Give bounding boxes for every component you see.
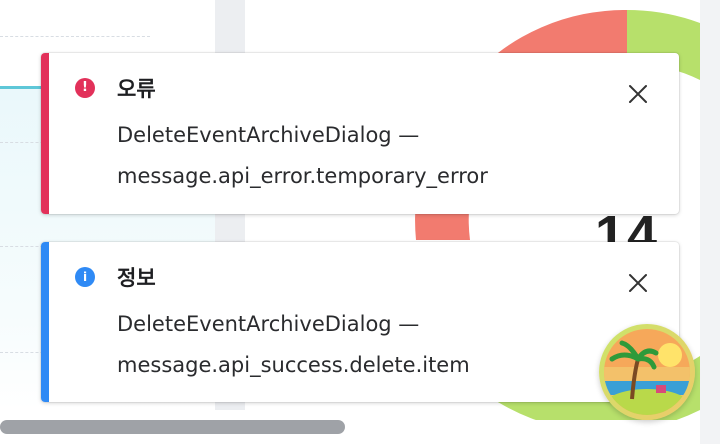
beach-avatar-icon[interactable]: [599, 324, 695, 420]
info-toast: i 정보 DeleteEventArchiveDialog — message.a…: [41, 242, 679, 402]
error-toast: ! 오류 DeleteEventArchiveDialog — message.a…: [41, 53, 679, 214]
toast-accent-stripe: [41, 242, 49, 402]
toast-message-line: message.api_error.temporary_error: [117, 164, 488, 188]
right-scroll-track: [700, 0, 720, 444]
horizontal-scrollbar[interactable]: [0, 420, 345, 434]
toast-accent-stripe: [41, 53, 49, 214]
toast-title: 정보: [117, 266, 156, 290]
close-icon[interactable]: [627, 83, 649, 105]
close-icon[interactable]: [627, 272, 649, 294]
toast-message-line: DeleteEventArchiveDialog —: [117, 312, 420, 336]
toast-message-line: message.api_success.delete.item: [117, 353, 470, 377]
toast-message: DeleteEventArchiveDialog — message.api_er…: [117, 115, 637, 197]
toast-message-line: DeleteEventArchiveDialog —: [117, 123, 420, 147]
avatar-illustration: [604, 329, 690, 415]
toast-message: DeleteEventArchiveDialog — message.api_su…: [117, 304, 637, 386]
grid-line: [0, 36, 150, 37]
info-icon: i: [75, 267, 95, 287]
error-icon: !: [75, 78, 95, 98]
toast-title: 오류: [117, 77, 156, 101]
